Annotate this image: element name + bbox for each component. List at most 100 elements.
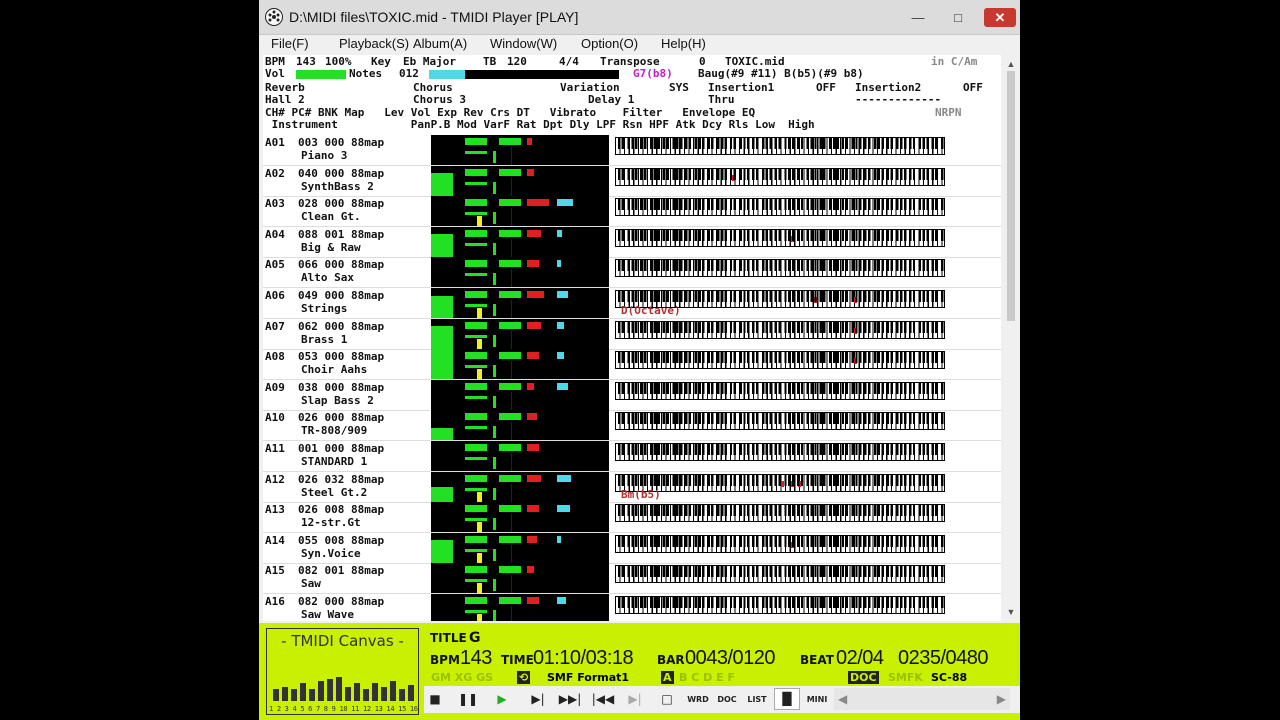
- expression-meter: [499, 413, 521, 421]
- column-headers-row2: Instrument PanP.B Mod VarF Rat Dpt Dly L…: [265, 118, 815, 131]
- list-button[interactable]: LIST: [744, 688, 770, 710]
- program-bank-map: 062 000 88map: [298, 319, 385, 333]
- channel-id: A04: [265, 227, 285, 241]
- channel-row[interactable]: A09 038 000 88map Slap Bass 2: [263, 379, 1001, 411]
- level-meter: [431, 234, 453, 257]
- volume-meter: [465, 382, 487, 390]
- modulation-meter: [477, 614, 482, 621]
- channel-panel: BPM 143 100% Key Eb Major TB 120 4/4 Tra…: [263, 55, 1001, 621]
- notes-count: 012: [399, 67, 419, 80]
- instrument-name: Clean Gt.: [301, 210, 361, 224]
- volume-meter: [465, 352, 487, 360]
- volume-meter: [465, 535, 487, 543]
- channel-row[interactable]: A07 062 000 88map Brass 1: [263, 318, 1001, 350]
- channel-row[interactable]: A11 001 000 88map STANDARD 1: [263, 441, 1001, 472]
- scroll-thumb[interactable]: [1007, 71, 1015, 321]
- instrument-name: Saw Wave: [301, 608, 354, 621]
- pan-meter: [465, 395, 487, 399]
- minimize-button[interactable]: —: [902, 8, 934, 27]
- stop-button[interactable]: ■: [424, 688, 446, 710]
- vertical-scrollbar[interactable]: ▲ ▼: [1002, 55, 1020, 621]
- channel-meters: [431, 594, 609, 621]
- last-track-button[interactable]: ▶|: [623, 688, 647, 710]
- expression-meter: [499, 474, 521, 482]
- window-button[interactable]: □: [656, 688, 678, 710]
- wrd-button[interactable]: WRD: [685, 688, 711, 710]
- channel-row[interactable]: A05 066 000 88map Alto Sax: [263, 257, 1001, 289]
- channel-row[interactable]: A12 026 032 88map Steel Gt.2 Bm(b5): [263, 471, 1001, 503]
- channel-id: A14: [265, 533, 285, 547]
- chorus-value: Chorus 3: [413, 93, 466, 106]
- program-bank-map: 001 000 88map: [298, 442, 385, 455]
- chord-annotation: Bm(b5): [621, 487, 661, 501]
- center-line: [511, 453, 512, 471]
- level-meter: [431, 540, 453, 563]
- expression-meter: [499, 505, 521, 513]
- channel-meters: [431, 165, 609, 196]
- channel-row[interactable]: A03 028 000 88map Clean Gt.: [263, 196, 1001, 228]
- maximize-button[interactable]: □: [942, 8, 974, 27]
- next-track-button[interactable]: ▶▶|: [557, 688, 583, 710]
- channel-row[interactable]: A10 026 000 88map TR-808/909: [263, 410, 1001, 442]
- channel-row[interactable]: A14 055 008 88map Syn.Voice: [263, 532, 1001, 564]
- seek-scrollbar[interactable]: ◀ ▶: [834, 688, 1010, 710]
- channel-id: A09: [265, 380, 285, 394]
- bar-graph-icon[interactable]: ▐▌: [774, 688, 800, 710]
- channel-meters: [431, 410, 609, 441]
- step-forward-button[interactable]: ▶|: [526, 688, 550, 710]
- level-meter: [431, 326, 453, 349]
- channel-row[interactable]: A04 088 001 88map Big & Raw: [263, 226, 1001, 258]
- time-signature: 4/4: [559, 55, 579, 68]
- active-note: [853, 297, 857, 303]
- seek-right-arrow-icon[interactable]: ▶: [997, 692, 1006, 706]
- channel-row[interactable]: A08 053 000 88map Choir Aahs: [263, 349, 1001, 381]
- menu-window[interactable]: Window(W): [490, 36, 557, 51]
- menu-album[interactable]: Album(A): [413, 36, 467, 51]
- program-bank-map: 055 008 88map: [298, 533, 385, 547]
- tmidi-canvas[interactable]: - TMIDI Canvas - 1 2 3 4 5 6 7 8 9 10 11…: [266, 628, 419, 715]
- mini-button[interactable]: MINI: [804, 688, 830, 710]
- level-meter: [431, 428, 453, 441]
- chorus-meter: [557, 505, 570, 513]
- expression-meter: [499, 199, 521, 207]
- expression-meter: [499, 444, 521, 451]
- active-note: [781, 480, 784, 487]
- channel-row[interactable]: A13 026 008 88map 12-str.Gt: [263, 502, 1001, 534]
- canvas-channel-numbers: 1 2 3 4 5 6 7 8 9 10 11 12 13 14 15 16: [269, 705, 418, 713]
- reverb-meter: [527, 535, 537, 543]
- reverb-meter: [527, 474, 542, 482]
- chorus-meter: [557, 229, 563, 237]
- modulation-meter: [477, 583, 482, 594]
- channel-meters: [431, 196, 609, 227]
- seek-left-arrow-icon[interactable]: ◀: [838, 692, 847, 706]
- center-line: [511, 391, 512, 410]
- play-button[interactable]: ▶: [490, 688, 514, 710]
- channel-row[interactable]: A02 040 000 88map SynthBass 2: [263, 165, 1001, 197]
- app-midi-icon[interactable]: [265, 8, 283, 26]
- pause-button[interactable]: ❚❚: [456, 688, 480, 710]
- program-bank-map: 066 000 88map: [298, 258, 385, 272]
- close-button[interactable]: ✕: [984, 8, 1016, 27]
- scroll-down-arrow-icon[interactable]: ▼: [1002, 605, 1020, 619]
- sys-label: SYS: [669, 81, 689, 94]
- channel-row[interactable]: A16 082 000 88map Saw Wave: [263, 594, 1001, 621]
- canvas-level-bar: [354, 683, 360, 701]
- doc-button[interactable]: DOC: [714, 688, 740, 710]
- active-note: [790, 541, 794, 548]
- channel-row[interactable]: A01 003 000 88map Piano 3: [263, 135, 1001, 166]
- scroll-up-arrow-icon[interactable]: ▲: [1002, 57, 1020, 71]
- lcd-bpm: 143: [460, 647, 492, 669]
- center-line: [511, 177, 512, 196]
- channel-row[interactable]: A15 082 001 88map Saw: [263, 563, 1001, 595]
- canvas-level-bar: [282, 687, 288, 701]
- menu-option[interactable]: Option(O): [581, 36, 638, 51]
- reverb-meter: [527, 168, 535, 176]
- canvas-title: - TMIDI Canvas -: [281, 632, 404, 650]
- menu-playback[interactable]: Playback(S): [339, 36, 409, 51]
- volume-meter: [465, 321, 487, 329]
- channel-row[interactable]: A06 049 000 88map Strings D(Octave): [263, 288, 1001, 319]
- menu-help[interactable]: Help(H): [661, 36, 706, 51]
- menu-file[interactable]: File(F): [271, 36, 309, 51]
- canvas-level-bar: [318, 681, 324, 701]
- previous-track-button[interactable]: |◀◀: [590, 688, 616, 710]
